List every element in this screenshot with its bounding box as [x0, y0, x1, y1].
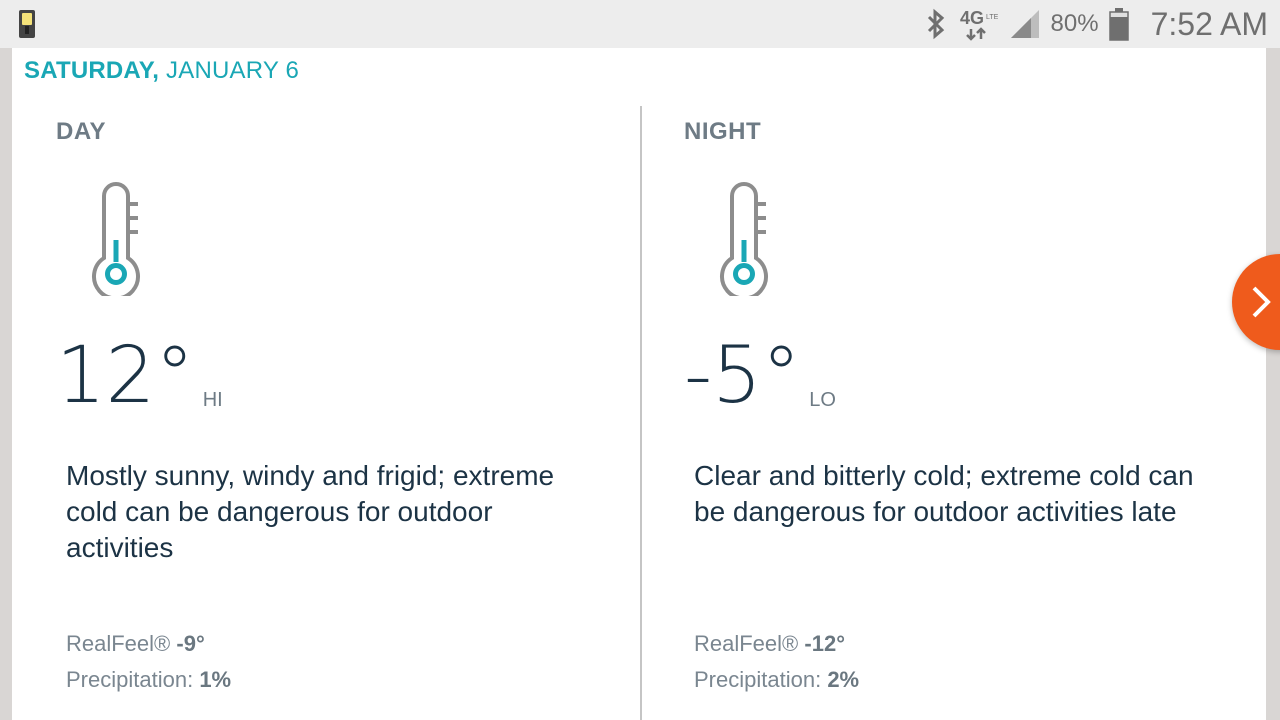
day-phrase: Mostly sunny, windy and frigid; extreme … [66, 460, 555, 563]
precip-label: Precipitation: [66, 667, 194, 692]
realfeel-value: -9° [176, 631, 205, 656]
thermometer-icon [92, 182, 140, 296]
realfeel-value: -12° [804, 631, 845, 656]
svg-text:4G: 4G [960, 8, 984, 28]
precip-value: 2% [827, 667, 860, 692]
thermometer-icon [720, 182, 768, 296]
night-temperature: -5° LO [684, 326, 836, 426]
clock: 7:52 AM [1150, 5, 1268, 42]
realfeel-label: RealFeel® [694, 631, 799, 656]
precip-value: 1% [199, 667, 232, 692]
day-label: DAY [56, 118, 106, 145]
svg-text:LTE: LTE [986, 14, 999, 21]
day-temp-tag: HI [202, 389, 223, 411]
flashlight-icon [19, 10, 35, 38]
night-temp-value: -5° [684, 331, 801, 421]
night-realfeel: RealFeel® -12° [694, 626, 859, 662]
battery-percentage: 80% [1050, 10, 1099, 37]
day-precipitation: Precipitation: 1% [66, 662, 231, 698]
night-precipitation: Precipitation: 2% [694, 662, 859, 698]
lte-icon: 4G LTE [960, 8, 999, 41]
status-icons: 4G LTE 80% 7:52 AM [923, 0, 1268, 48]
signal-icon [1010, 10, 1039, 38]
day-stats: RealFeel® -9° Precipitation: 1% [66, 626, 231, 698]
day-temp-value: 12° [56, 331, 195, 421]
night-phrase: Clear and bitterly cold; extreme cold ca… [694, 460, 1194, 527]
chevron-right-icon [1252, 286, 1271, 318]
status-bar: 4G LTE 80% 7:52 AM [0, 0, 1280, 48]
day-panel: DAY 12° HI Mostly sunny, windy and frigi… [44, 106, 604, 720]
date-weekday: SATURDAY, [24, 57, 160, 84]
forecast-date: SATURDAY, JANUARY 6 [24, 57, 299, 85]
night-stats: RealFeel® -12° Precipitation: 2% [694, 626, 859, 698]
date-month-day: JANUARY 6 [166, 57, 300, 84]
night-temp-tag: LO [809, 389, 836, 411]
night-panel: NIGHT -5° LO Clear and bitterly cold; ex… [672, 106, 1232, 720]
night-label: NIGHT [684, 118, 762, 145]
day-temperature: 12° HI [56, 326, 223, 426]
column-divider [640, 106, 642, 720]
realfeel-label: RealFeel® [66, 631, 171, 656]
forecast-card: SATURDAY, JANUARY 6 DAY 12° HI Mostly su… [12, 48, 1266, 720]
bluetooth-icon [927, 8, 944, 40]
battery-icon [1108, 8, 1129, 41]
day-realfeel: RealFeel® -9° [66, 626, 231, 662]
precip-label: Precipitation: [694, 667, 822, 692]
